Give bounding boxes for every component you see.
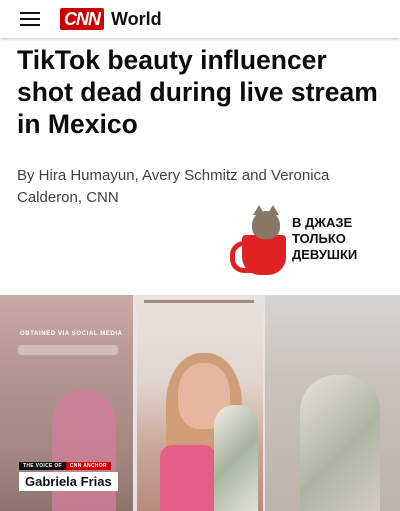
hamburger-menu-icon[interactable]: [20, 12, 40, 26]
plush-toy: [214, 405, 258, 511]
sticker-line-1: В ДЖАЗЕ: [292, 215, 353, 230]
cnn-logo[interactable]: CNN: [60, 8, 104, 30]
lower-third-tags: THE VOICE OF CNN ANCHOR: [19, 462, 118, 470]
cat-in-mug-icon: [242, 235, 286, 275]
source-overlay-text: OBTAINED VIA SOCIAL MEDIA: [20, 331, 123, 337]
article-byline: By Hira Humayun, Avery Schmitz and Veron…: [17, 167, 330, 206]
blurred-figure-left: [52, 390, 116, 511]
anchor-tag: CNN ANCHOR: [65, 462, 111, 470]
sticker-line-2: ТОЛЬКО: [292, 231, 346, 246]
section-label[interactable]: World: [111, 9, 162, 30]
video-player[interactable]: OBTAINED VIA SOCIAL MEDIA THE VOICE OF C…: [0, 295, 400, 511]
article-headline: TikTok beauty influencer shot dead durin…: [17, 45, 378, 139]
background-blur-shape: [18, 345, 118, 355]
sticker-line-3: ДЕВУШКИ: [292, 247, 358, 262]
voice-of-tag: THE VOICE OF: [19, 462, 66, 470]
anchor-name: Gabriela Frias: [19, 472, 118, 491]
blurred-figure-right: [300, 375, 380, 511]
lower-third-banner: THE VOICE OF CNN ANCHOR Gabriela Frias: [19, 462, 118, 491]
top-navigation-bar: CNN World: [0, 0, 400, 38]
cat-icon: [252, 205, 280, 239]
influencer-top: [160, 445, 216, 511]
background-shelf: [144, 300, 254, 303]
sticker-text: В ДЖАЗЕ ТОЛЬКО ДЕВУШКИ: [290, 213, 374, 265]
sticker-overlay: В ДЖАЗЕ ТОЛЬКО ДЕВУШКИ: [230, 205, 374, 280]
